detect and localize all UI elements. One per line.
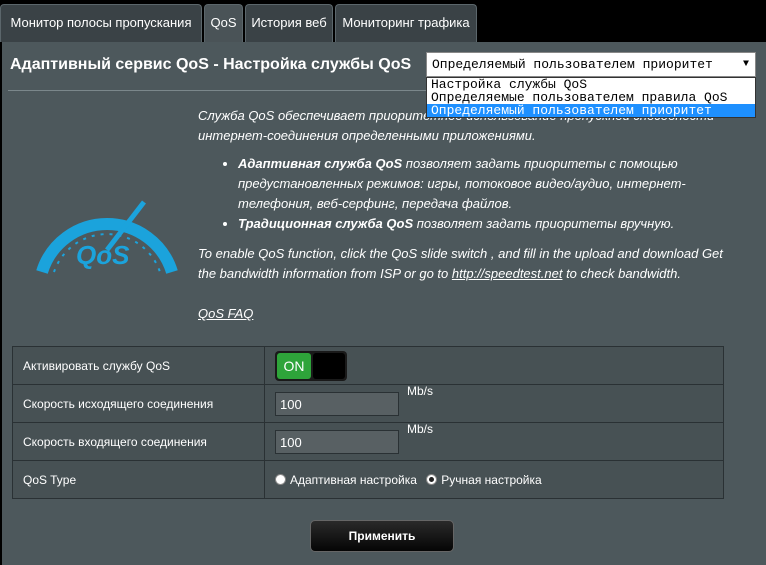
mode-name-traditional: Традиционная служба QoS [238,216,414,231]
qos-settings-table: Активировать службу QoS ON Скорость исхо… [12,346,724,499]
radio-adaptive[interactable] [275,474,286,486]
upload-unit: Mb/s [407,383,434,398]
table-row: Скорость входящего соединения 100 Mb/s [12,421,724,461]
list-item: Адаптивная служба QoS позволяет задать п… [238,154,738,214]
qos-toggle-switch[interactable]: ON [275,350,347,381]
download-unit: Mb/s [407,421,434,436]
page-title: Адаптивный сервис QoS - Настройка службы… [10,56,412,73]
switch-knob [313,352,345,379]
radio-manual-label[interactable]: Ручная настройка [441,473,541,487]
apply-button[interactable]: Применить [310,520,454,552]
tab-bandwidth-monitor[interactable]: Монитор полосы пропускания [0,4,202,42]
switch-on-label: ON [277,352,311,379]
upload-speed-input[interactable]: 100 [275,391,399,416]
table-row: Активировать службу QoS ON [12,346,724,385]
qos-mode-select[interactable]: Определяемый пользователем приоритет ▼ [426,52,756,77]
page-header: Адаптивный сервис QoS - Настройка службы… [2,42,766,118]
speedtest-link[interactable]: http://speedtest.net [452,266,563,281]
bandwidth-hint-tail: to check bandwidth. [562,266,681,281]
download-speed-cell: 100 Mb/s [264,421,724,461]
qos-logo-icon: QoS [36,200,178,274]
qos-faq-link[interactable]: QoS FAQ [198,306,253,321]
qos-mode-dropdown: Настройка службы QoS Определяемые пользо… [426,77,756,118]
content-panel: Адаптивный сервис QoS - Настройка службы… [2,42,766,565]
enable-qos-cell: ON [264,346,724,385]
list-item: Традиционная служба QoS позволяет задать… [238,214,738,234]
download-speed-input[interactable]: 100 [275,429,399,454]
enable-qos-label: Активировать службу QoS [12,346,265,385]
svg-text:QoS: QoS [76,240,130,270]
upload-speed-cell: 100 Mb/s [264,383,724,423]
table-row: QoS Type Адаптивная настройка Ручная нас… [12,460,724,499]
qos-mode-select-value: Определяемый пользователем приоритет [432,57,713,72]
qos-mode-list: Адаптивная служба QoS позволяет задать п… [198,154,738,234]
chevron-down-icon: ▼ [742,59,749,70]
tab-web-history[interactable]: История веб [245,4,333,42]
radio-manual[interactable] [426,474,438,486]
qos-type-cell: Адаптивная настройка Ручная настройка [264,460,724,499]
radio-adaptive-label[interactable]: Адаптивная настройка [290,473,417,487]
mode-name-adaptive: Адаптивная служба QoS [238,156,403,171]
table-row: Скорость исходящего соединения 100 Mb/s [12,383,724,423]
mode-desc-traditional: позволяет задать приоритеты вручную. [413,216,675,231]
qos-type-label: QoS Type [12,460,265,499]
upload-speed-label: Скорость исходящего соединения [12,384,265,423]
bandwidth-hint: To enable QoS function, click the QoS sl… [198,244,738,284]
tab-bar: Монитор полосы пропускания QoS История в… [0,0,766,42]
tab-traffic-monitor[interactable]: Мониторинг трафика [335,4,477,42]
download-speed-label: Скорость входящего соединения [12,422,265,461]
tab-qos[interactable]: QoS [204,4,243,42]
qos-description: Служба QoS обеспечивает приоритетное исп… [198,106,738,284]
dropdown-option-user-priority[interactable]: Определяемый пользователем приоритет [427,104,755,117]
